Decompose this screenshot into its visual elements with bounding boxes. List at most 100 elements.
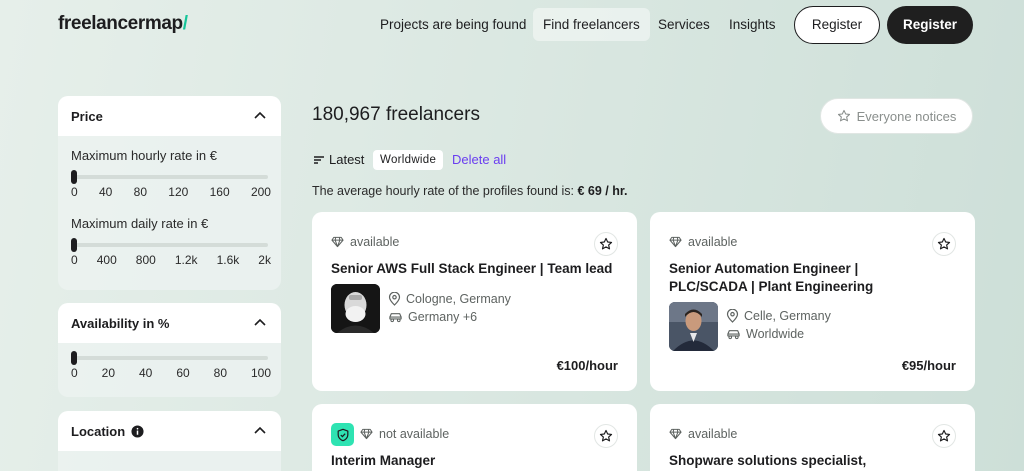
tick-label: 40 (138, 366, 153, 380)
freelancer-card[interactable]: available Senior Automation Engineer | P… (650, 212, 975, 391)
freelancer-title[interactable]: Senior Automation Engineer | PLC/SCADA |… (669, 260, 899, 296)
tick-label: 200 (250, 185, 271, 199)
register-button[interactable]: Register (887, 6, 973, 44)
results-count: 180,967 freelancers (312, 104, 480, 125)
sort-dropdown[interactable]: Latest (313, 152, 364, 167)
location-text: Celle, Germany (744, 309, 831, 323)
car-icon (727, 330, 740, 340)
hourly-rate-ticks: 0 40 80 120 160 200 (71, 185, 271, 199)
hourly-rate-slider-thumb[interactable] (71, 170, 77, 184)
remote-text: Worldwide (746, 327, 805, 341)
hourly-rate: €95/hour (901, 358, 956, 373)
tick-label: 80 (213, 366, 227, 380)
remote-info: Germany +6 (388, 310, 477, 324)
delete-all-link[interactable]: Delete all (452, 152, 506, 167)
availability-slider-thumb[interactable] (71, 351, 77, 365)
tick-label: 1.2k (174, 253, 198, 267)
availability-status: not available (360, 427, 449, 441)
location-filter-header[interactable]: Location (58, 411, 281, 451)
daily-rate-slider[interactable] (71, 238, 268, 252)
nav-insights[interactable]: Insights (719, 8, 786, 41)
location-info: Cologne, Germany (388, 292, 511, 306)
avatar[interactable] (669, 302, 718, 351)
everyone-notices-button[interactable]: Everyone notices (820, 98, 973, 134)
price-filter-title: Price (71, 108, 103, 124)
availability-filter-title: Availability in % (71, 315, 170, 331)
daily-rate-ticks: 0 400 800 1.2k 1.6k 2k (71, 253, 271, 267)
freelancer-card[interactable]: not available Interim Manager (312, 404, 637, 471)
chevron-up-icon[interactable] (252, 108, 268, 124)
nav-services[interactable]: Services (648, 8, 720, 41)
tick-label: 1.6k (216, 253, 240, 267)
tick-label: 400 (96, 253, 117, 267)
availability-label: available (688, 235, 738, 249)
star-icon (599, 237, 613, 250)
availability-slider[interactable] (71, 351, 268, 365)
sort-icon (314, 155, 324, 164)
diamond-icon (360, 428, 373, 440)
availability-status: available (669, 235, 737, 249)
profile-photo (331, 284, 380, 333)
average-rate-value: € 69 / hr. (577, 184, 628, 198)
freelancer-title[interactable]: Interim Manager (331, 452, 621, 470)
favorite-button[interactable] (932, 424, 956, 448)
remote-text: Germany +6 (408, 310, 478, 324)
tick-label: 160 (209, 185, 230, 199)
location-filter-title: Location (71, 423, 126, 439)
tick-label: 2k (258, 253, 271, 267)
tick-label: 0 (71, 366, 78, 380)
tick-label: 0 (71, 185, 78, 199)
remote-info: Worldwide (726, 327, 804, 341)
location-filter-title-wrap: Location (71, 424, 144, 439)
hourly-rate: €100/hour (556, 358, 618, 373)
tick-label: 120 (168, 185, 189, 199)
availability-filter-panel: Availability in % 0 20 40 60 80 100 (58, 303, 281, 397)
availability-label: not available (379, 427, 450, 441)
nav-find-freelancers[interactable]: Find freelancers (533, 8, 650, 41)
freelancer-card[interactable]: available Senior AWS Full Stack Engineer… (312, 212, 637, 391)
hourly-rate-slider[interactable] (71, 170, 268, 184)
star-icon (937, 429, 951, 442)
hourly-rate-label: Maximum hourly rate in € (71, 148, 217, 163)
location-pin-icon (388, 292, 401, 306)
diamond-icon (331, 236, 344, 248)
freelancer-card[interactable]: available Shopware solutions specialist, (650, 404, 975, 471)
star-icon (599, 429, 613, 442)
sort-label: Latest (329, 152, 365, 167)
availability-status: available (331, 235, 399, 249)
verified-badge (331, 423, 354, 446)
filter-chip-worldwide[interactable]: Worldwide (373, 150, 444, 170)
availability-label: available (350, 235, 400, 249)
diamond-icon (669, 428, 682, 440)
location-info: Celle, Germany (726, 309, 831, 323)
availability-ticks: 0 20 40 60 80 100 (71, 366, 271, 380)
tick-label: 0 (71, 253, 78, 267)
favorite-button[interactable] (594, 424, 618, 448)
diamond-icon (669, 236, 682, 248)
availability-filter-header[interactable]: Availability in % (58, 303, 281, 343)
everyone-notices-label: Everyone notices (856, 108, 957, 124)
tick-label: 100 (250, 366, 271, 380)
average-rate-label: The average hourly rate of the profiles … (312, 184, 574, 198)
register-outline-button[interactable]: Register (794, 6, 880, 44)
tick-label: 800 (135, 253, 156, 267)
tick-label: 40 (98, 185, 113, 199)
info-icon[interactable] (131, 424, 144, 438)
freelancer-title[interactable]: Senior AWS Full Stack Engineer | Team le… (331, 260, 621, 278)
chevron-up-icon[interactable] (252, 423, 268, 439)
favorite-button[interactable] (594, 232, 618, 256)
freelancer-title[interactable]: Shopware solutions specialist, (669, 452, 959, 470)
nav-projects[interactable]: Projects are being found (370, 8, 536, 41)
chevron-up-icon[interactable] (252, 315, 268, 331)
favorite-button[interactable] (932, 232, 956, 256)
logo[interactable]: freelancermap/ (58, 13, 188, 35)
location-filter-panel: Location (58, 411, 281, 471)
avatar[interactable] (331, 284, 380, 333)
daily-rate-slider-thumb[interactable] (71, 238, 77, 252)
availability-status: available (669, 427, 737, 441)
location-pin-icon (726, 309, 739, 323)
logo-slash: / (182, 13, 188, 34)
tick-label: 80 (133, 185, 147, 199)
price-filter-header[interactable]: Price (58, 96, 281, 136)
tick-label: 60 (176, 366, 190, 380)
